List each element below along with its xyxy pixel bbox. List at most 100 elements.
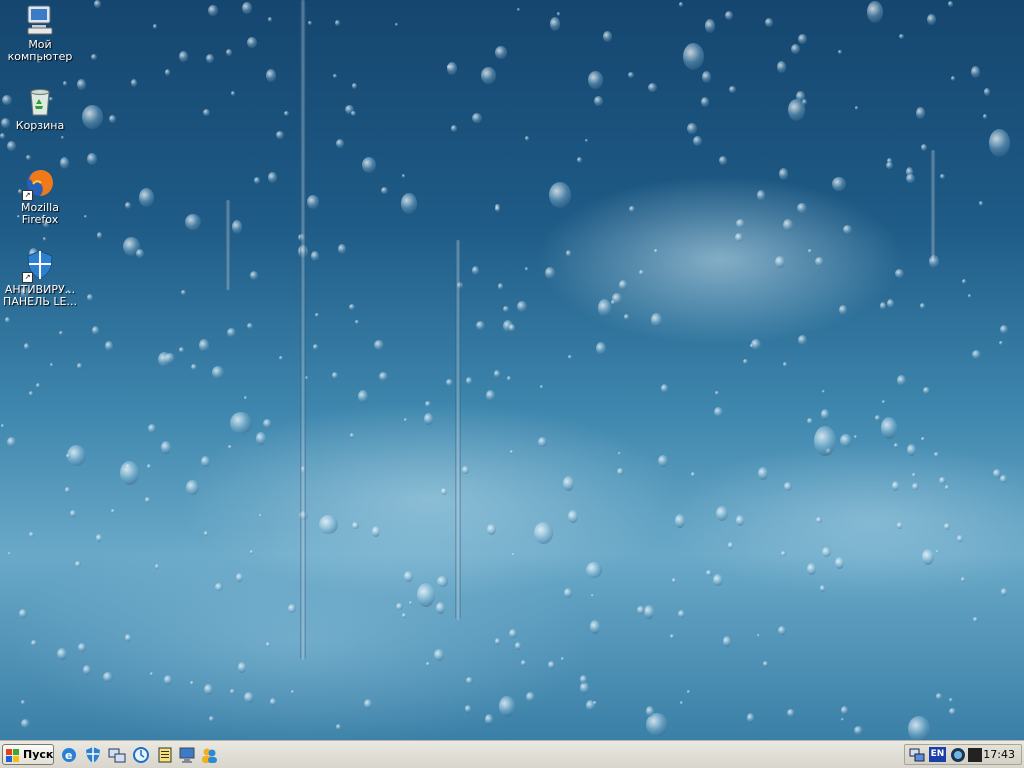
network-icon[interactable] [108,746,126,764]
raindrop [705,19,715,33]
raindrop [984,88,990,96]
raindrop [670,634,674,639]
raindrop [336,724,341,730]
raindrop [691,472,695,477]
raindrop [588,71,603,89]
raindrop [798,34,807,44]
raindrop [351,111,356,116]
system-tray: EN 17:43 [904,744,1022,765]
notepad-icon[interactable] [156,746,174,764]
raindrop [783,219,793,231]
raindrop [743,359,748,364]
raindrop [145,497,150,503]
raindrop [687,690,690,694]
monitor-icon[interactable] [178,746,196,764]
raindrop [687,123,697,134]
raindrop [867,1,883,23]
desktop-icon-antivirus[interactable]: ↗ АНТИВИРУ... ПАНЕЛЬ LE... [2,248,78,308]
raindrop [637,606,645,614]
raindrop [256,432,266,445]
raindrop [747,713,754,723]
raindrop [648,83,657,92]
app-tray-icon[interactable] [967,747,983,763]
raindrop [714,407,723,417]
raindrop [886,162,893,169]
raindrop [349,304,355,310]
raindrop [832,177,846,191]
raindrop [961,577,965,582]
desktop-icon-firefox[interactable]: ↗ Mozilla Firefox [2,166,78,226]
raindrop [580,675,587,684]
raindrop [855,106,858,110]
raindrop [472,266,479,275]
raindrop [841,706,848,715]
raindrop [499,696,515,717]
raindrop [922,549,934,565]
update-icon[interactable] [132,746,150,764]
raindrop [538,437,547,447]
raindrop [839,305,847,315]
desktop-icon-my-computer[interactable]: Мой компьютер [2,3,78,63]
raindrop [835,557,844,569]
raindrop [517,8,520,11]
desktop-icon-recycle-bin[interactable]: Корзина [2,84,78,132]
ie-icon[interactable]: e [60,746,78,764]
raindrop [335,20,340,26]
raindrop [701,97,709,107]
raindrop [816,517,822,523]
raindrop [436,602,445,614]
raindrop [103,672,113,682]
raindrop [838,50,842,54]
raindrop [284,111,289,116]
raindrop [212,366,224,379]
raindrop [404,418,407,422]
windows-logo-icon [6,748,20,762]
raindrop [70,510,76,517]
raindrop [920,303,925,309]
raindrop [374,340,384,350]
raindrop [447,62,457,75]
raindrop [451,125,457,132]
raindrop [21,719,30,728]
raindrop [854,726,863,735]
security-shield-icon[interactable] [84,746,102,764]
raindrop [840,434,852,447]
raindrop [594,96,603,106]
network-tray-icon[interactable] [909,747,925,763]
raindrop [276,131,284,139]
raindrop [494,370,500,378]
start-button[interactable]: Пуск [2,744,54,765]
raindrop [683,43,704,70]
raindrop [381,187,388,194]
raindrop [822,547,831,557]
raindrop [291,690,294,694]
raindrop [880,302,886,310]
raindrop [441,488,447,495]
raindrop [598,299,611,317]
raindrop [164,675,172,685]
raindrop [232,220,242,234]
raindrop [105,341,113,351]
raindrop [476,321,485,330]
raindrop [372,526,380,537]
raindrop [43,237,46,241]
raindrop [791,44,800,54]
raindrop [757,634,760,637]
raindrop [719,156,727,165]
raindrop [57,648,67,660]
raindrop [247,323,253,329]
raindrop [434,649,444,661]
messenger-icon[interactable] [200,746,218,764]
raindrop [396,603,403,610]
rain-streak [225,200,231,290]
raindrop [654,249,658,253]
language-indicator[interactable]: EN [929,747,946,762]
raindrop [199,339,209,352]
raindrop [596,342,606,355]
raindrop [486,390,495,401]
sound-tray-icon[interactable] [950,747,966,763]
raindrop [735,233,743,242]
raindrop [150,672,153,676]
raindrop [944,523,950,530]
clock[interactable]: 17:43 [983,748,1015,761]
